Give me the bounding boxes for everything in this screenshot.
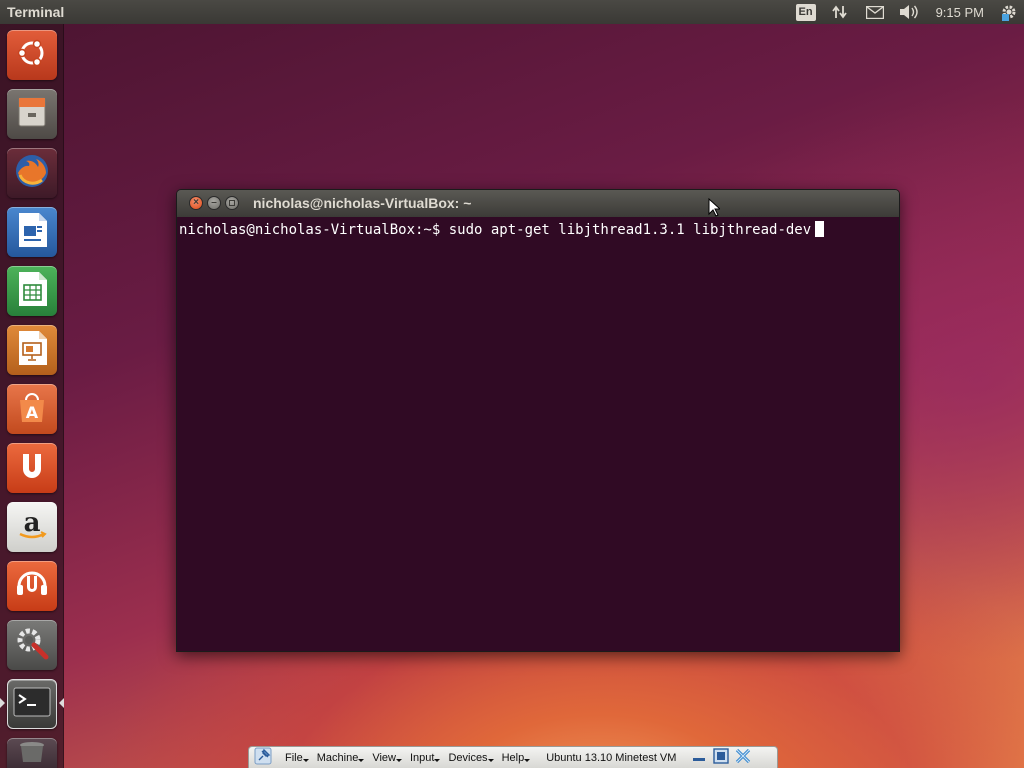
amazon-icon: a [14, 507, 50, 548]
maximize-icon [229, 200, 235, 206]
launcher: A a [0, 24, 64, 768]
writer-document-icon [15, 211, 49, 254]
clock[interactable]: 9:15 PM [936, 5, 984, 20]
terminal-window[interactable]: × – nicholas@nicholas-VirtualBox: ~ nich… [176, 189, 900, 652]
mouse-pointer-icon [708, 197, 722, 222]
minimize-icon [692, 749, 706, 766]
launcher-item-libreoffice-impress[interactable] [7, 325, 57, 375]
launcher-item-ubuntu-software-center[interactable]: A [7, 384, 57, 434]
vbox-exit-fullscreen-button[interactable] [712, 748, 730, 767]
ubuntu-one-icon [15, 449, 49, 488]
active-indicator-terminal [59, 698, 64, 708]
launcher-item-libreoffice-writer[interactable] [7, 207, 57, 257]
svg-text:a: a [24, 508, 41, 538]
system-gear-icon[interactable] [998, 0, 1020, 24]
active-app-title: Terminal [7, 4, 65, 20]
terminal-titlebar[interactable]: × – nicholas@nicholas-VirtualBox: ~ [177, 190, 899, 217]
ubuntu-one-music-icon [14, 566, 50, 607]
settings-wrench-icon [12, 623, 52, 668]
keyboard-language-indicator[interactable]: En [795, 3, 816, 21]
launcher-item-ubuntu-one-music[interactable] [7, 561, 57, 611]
vbox-menu-view[interactable]: View [372, 752, 402, 764]
launcher-item-terminal[interactable] [7, 679, 57, 729]
close-icon [735, 748, 751, 767]
vbox-menu-input[interactable]: Input [410, 752, 441, 764]
restore-window-icon [713, 748, 730, 767]
shopping-bag-icon: A [13, 388, 51, 431]
launcher-item-amazon[interactable]: a [7, 502, 57, 552]
vbox-menu-machine[interactable]: Machine [317, 752, 364, 764]
launcher-item-ubuntu-dash[interactable] [7, 30, 57, 80]
pin-icon [254, 747, 272, 768]
virtualbox-mini-toolbar: File Machine View Input Devices Help Ubu… [248, 746, 778, 768]
launcher-item-system-settings[interactable] [7, 620, 57, 670]
terminal-command-line: nicholas@nicholas-VirtualBox:~$ sudo apt… [179, 222, 812, 238]
file-cabinet-icon [14, 94, 50, 135]
launcher-item-libreoffice-calc[interactable] [7, 266, 57, 316]
panel-indicators: En 9:15 PM [792, 0, 1024, 24]
minimize-icon: – [211, 197, 217, 208]
vbox-minimize-button[interactable] [690, 749, 708, 767]
terminal-cursor [815, 221, 825, 237]
vbox-menu-devices[interactable]: Devices [448, 752, 494, 764]
top-panel: Terminal En 9:15 PM [0, 0, 1024, 24]
ubuntu-logo-icon [15, 36, 49, 75]
svg-text:A: A [26, 403, 39, 422]
firefox-icon [12, 151, 52, 196]
window-close-button[interactable]: × [189, 196, 203, 210]
vbox-vm-name: Ubuntu 13.10 Minetest VM [546, 751, 677, 764]
volume-icon[interactable] [898, 0, 920, 24]
launcher-item-ubuntu-one[interactable] [7, 443, 57, 493]
terminal-body[interactable]: nicholas@nicholas-VirtualBox:~$ sudo apt… [177, 217, 899, 651]
window-maximize-button[interactable] [225, 196, 239, 210]
close-icon: × [193, 197, 199, 208]
launcher-item-trash[interactable] [7, 738, 57, 768]
calc-spreadsheet-icon [15, 270, 49, 313]
impress-presentation-icon [15, 329, 49, 372]
mail-icon[interactable] [864, 0, 886, 24]
launcher-item-firefox[interactable] [7, 148, 57, 198]
terminal-icon [13, 687, 51, 722]
vbox-close-button[interactable] [734, 748, 752, 767]
pin-toolbar-button[interactable] [251, 747, 275, 768]
trash-icon [17, 740, 47, 767]
vbox-menu-help[interactable]: Help [502, 752, 530, 764]
vbox-menu-file[interactable]: File [285, 752, 309, 764]
launcher-item-files[interactable] [7, 89, 57, 139]
window-minimize-button[interactable]: – [207, 196, 221, 210]
terminal-window-title: nicholas@nicholas-VirtualBox: ~ [253, 195, 472, 211]
running-indicator-terminal [0, 698, 5, 708]
network-icon[interactable] [830, 0, 850, 24]
